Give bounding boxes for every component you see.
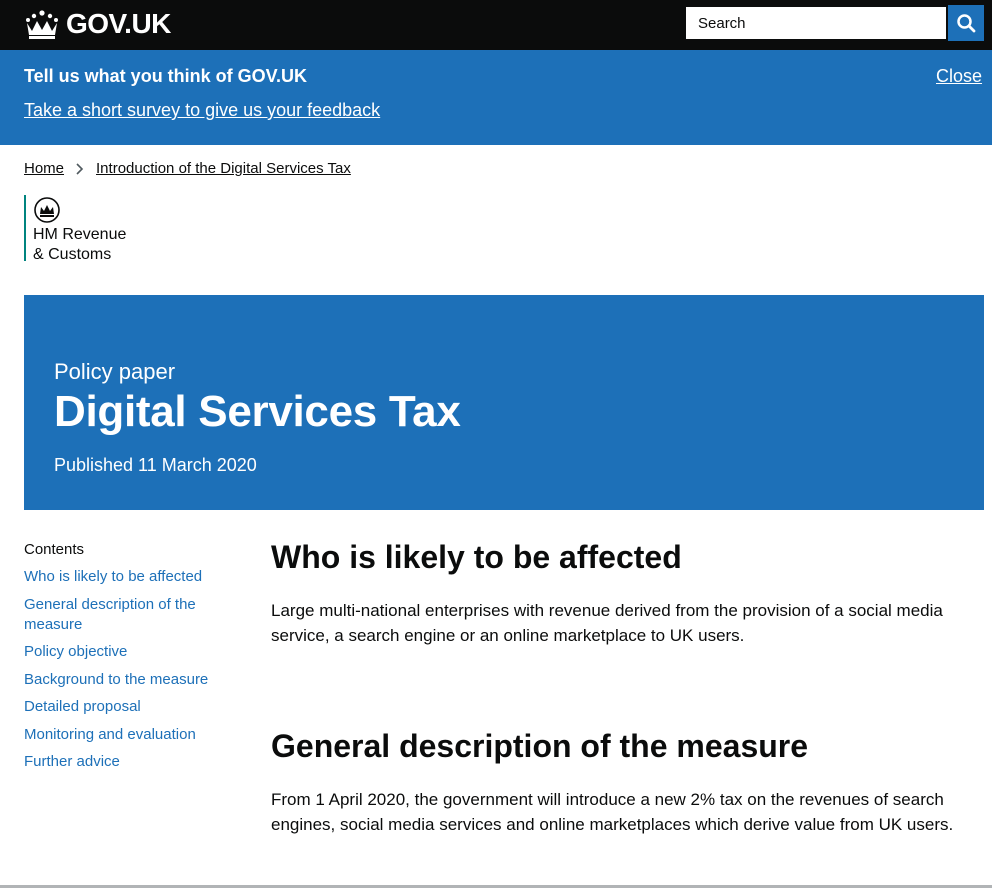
section-general-description: General description of the measure From … [271, 724, 981, 837]
chevron-right-icon [76, 162, 84, 175]
site-header: GOV.UK [0, 0, 992, 50]
contents-link-general-description[interactable]: General description of the measure [24, 596, 196, 633]
breadcrumb: Home Introduction of the Digital Service… [24, 160, 351, 177]
govuk-logo-link[interactable]: GOV.UK [24, 8, 171, 40]
published-date: Published 11 March 2020 [54, 455, 257, 475]
search-icon [957, 14, 976, 33]
contents-item: Who is likely to be affected [24, 567, 244, 587]
organisation-logo-link[interactable]: HM Revenue & Customs [24, 195, 127, 263]
contents-link-further-advice[interactable]: Further advice [24, 753, 120, 770]
section-body: From 1 April 2020, the government will i… [271, 790, 954, 834]
breadcrumb-dst-intro-link[interactable]: Introduction of the Digital Services Tax [96, 160, 351, 177]
contents-item: Policy objective [24, 642, 244, 662]
section-heading: General description of the measure [271, 728, 809, 764]
page-hero: Policy paper Digital Services Tax Publis… [24, 295, 984, 510]
document-type-caption: Policy paper [54, 359, 176, 384]
search-button[interactable] [948, 5, 984, 41]
contents-nav: Contents Who is likely to be affected Ge… [24, 541, 244, 780]
section-affected: Who is likely to be affected Large multi… [271, 535, 981, 648]
contents-item: Monitoring and evaluation [24, 725, 244, 745]
contents-item: Further advice [24, 752, 244, 772]
org-name-line1: HM Revenue [33, 226, 127, 243]
section-body: Large multi-national enterprises with re… [271, 601, 943, 645]
search-form [684, 5, 984, 41]
contents-link-affected[interactable]: Who is likely to be affected [24, 568, 202, 585]
royal-crest-icon [34, 197, 60, 223]
contents-link-monitoring[interactable]: Monitoring and evaluation [24, 726, 196, 743]
search-input[interactable] [684, 5, 948, 41]
survey-banner: Tell us what you think of GOV.UK Take a … [0, 50, 992, 145]
survey-link[interactable]: Take a short survey to give us your feed… [24, 100, 380, 121]
main-content: Who is likely to be affected Large multi… [271, 535, 981, 837]
contents-item: General description of the measure [24, 595, 244, 635]
section-heading: Who is likely to be affected [271, 539, 682, 575]
contents-item: Detailed proposal [24, 697, 244, 717]
contents-list: Who is likely to be affected General des… [24, 567, 244, 772]
contents-link-policy-objective[interactable]: Policy objective [24, 643, 127, 660]
logo-text: GOV.UK [66, 8, 171, 39]
org-name-line2: & Customs [33, 246, 112, 263]
contents-heading: Contents [24, 541, 85, 558]
contents-link-detailed-proposal[interactable]: Detailed proposal [24, 698, 141, 715]
breadcrumb-home-link[interactable]: Home [24, 160, 64, 177]
survey-title: Tell us what you think of GOV.UK [24, 66, 308, 86]
contents-link-background[interactable]: Background to the measure [24, 671, 208, 688]
page-title: Digital Services Tax [54, 387, 461, 436]
contents-item: Background to the measure [24, 670, 244, 690]
crown-icon [26, 10, 58, 39]
survey-close-link[interactable]: Close [936, 66, 982, 87]
